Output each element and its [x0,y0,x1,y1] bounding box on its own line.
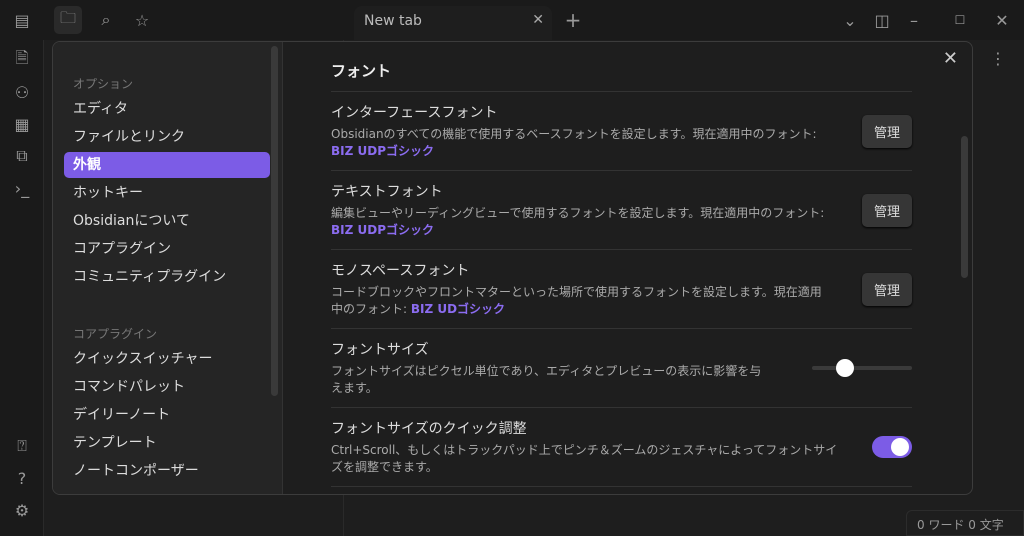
content-scrollbar[interactable] [961,136,968,278]
quick-switcher-icon[interactable]: 🗎 [8,46,36,74]
close-window-icon[interactable]: ✕ [988,6,1016,34]
star-icon[interactable]: ☆ [128,6,156,34]
tab-new-tab[interactable]: New tab ✕ [354,6,552,40]
calendar-icon[interactable]: ▦ [8,110,36,138]
sidebar-toggle-icon[interactable]: ▤ [8,6,36,34]
more-options-icon[interactable]: ⋮ [984,44,1012,72]
manage-button[interactable]: 管理 [861,193,912,227]
copy-icon[interactable]: ⧉ [8,142,36,170]
nav-item-community-plugins[interactable]: コミュニティプラグイン [64,264,270,290]
chevron-down-icon[interactable]: ⌄ [836,6,864,34]
setting-name: フォントサイズ [331,342,429,358]
setting-name: モノスペースフォント [331,263,470,279]
nav-section-core-plugins: コアプラグイン [73,327,158,341]
layout-icon[interactable]: ◫ [868,6,896,34]
graph-icon[interactable]: ⚇ [8,78,36,106]
setting-desc: Ctrl+Scroll、もしくはトラックパッド上でピンチ＆ズームのジェスチャによ… [331,443,838,474]
nav-item-templates[interactable]: テンプレート [64,430,270,456]
nav-item-command-palette[interactable]: コマンドパレット [64,374,270,400]
nav-item-about[interactable]: Obsidianについて [64,208,270,234]
settings-icon[interactable]: ⚙ [8,496,36,524]
search-icon[interactable]: ⌕ [92,6,120,34]
settings-nav: オプション エディタ ファイルとリンク 外観 ホットキー Obsidianについ… [53,42,283,494]
maximize-icon[interactable]: ☐ [946,6,974,34]
status-bar: 0 ワード 0 文字 [906,510,1024,536]
nav-item-note-composer[interactable]: ノートコンポーザー [64,458,270,484]
setting-desc: 編集ビューやリーディングビューで使用するフォントを設定します。現在適用中のフォン… [331,206,825,220]
manage-button[interactable]: 管理 [861,114,912,148]
terminal-icon[interactable]: ›_ [8,174,36,202]
nav-item-core-plugins[interactable]: コアプラグイン [64,236,270,262]
manage-button[interactable]: 管理 [861,272,912,306]
setting-desc: フォントサイズはピクセル単位であり、エディタとプレビューの表示に影響を与えます。 [331,364,762,395]
close-settings-icon[interactable]: ✕ [943,48,958,69]
ribbon: 🗎 ⚇ ▦ ⧉ ›_ ⍰ ? ⚙ [0,40,44,536]
current-font: BIZ UDゴシック [410,302,506,316]
nav-item-hotkeys[interactable]: ホットキー [64,180,270,206]
help-icon[interactable]: ? [8,464,36,492]
close-tab-icon[interactable]: ✕ [532,12,544,28]
section-heading: フォント [331,58,912,92]
current-font: BIZ UDPゴシック [331,144,434,158]
setting-name: フォントサイズのクイック調整 [331,421,527,437]
nav-item-appearance[interactable]: 外観 [64,152,270,178]
folder-icon[interactable]: 🗀 [54,6,82,34]
settings-modal: オプション エディタ ファイルとリンク 外観 ホットキー Obsidianについ… [52,41,973,495]
nav-item-quick-switcher[interactable]: クイックスイッチャー [64,346,270,372]
setting-font-size: フォントサイズフォントサイズはピクセル単位であり、エディタとプレビューの表示に影… [331,329,912,408]
setting-quick-font-size: フォントサイズのクイック調整 Ctrl+Scroll、もしくはトラックパッド上でピ… [331,408,912,487]
setting-desc: Obsidianのすべての機能で使用するベースフォントを設定します。現在適用中の… [331,127,817,141]
slider-thumb[interactable] [836,359,854,377]
nav-item-editor[interactable]: エディタ [64,96,270,122]
vault-icon[interactable]: ⍰ [8,432,36,460]
title-bar: ▤ 🗀 ⌕ ☆ New tab ✕ + ⌄ ◫ – ☐ ✕ [0,0,1024,40]
setting-interface-font: インターフェースフォント Obsidianのすべての機能で使用するベースフォントを… [331,92,912,171]
quick-font-size-toggle[interactable] [872,436,912,458]
setting-name: テキストフォント [331,184,443,200]
setting-monospace-font: モノスペースフォントコードブロックやフロントマターといった場所で使用するフォント… [331,250,912,329]
nav-section-options: オプション [73,77,134,91]
setting-name: インターフェースフォント [331,105,498,121]
current-font: BIZ UDPゴシック [331,223,434,237]
new-tab-button[interactable]: + [559,6,587,34]
settings-content: フォント インターフェースフォント Obsidianのすべての機能で使用するベース… [283,42,972,494]
setting-desc: コードブロックやフロントマターといった場所で使用するフォントを設定します。現在適… [331,285,822,316]
minimize-icon[interactable]: – [900,6,928,34]
nav-item-files-links[interactable]: ファイルとリンク [64,124,270,150]
font-size-slider[interactable] [812,359,912,377]
nav-scrollbar[interactable] [271,46,278,396]
nav-item-daily-notes[interactable]: デイリーノート [64,402,270,428]
tab-label: New tab [364,13,422,29]
setting-text-font: テキストフォント編集ビューやリーディングビューで使用するフォントを設定します。現… [331,171,912,250]
